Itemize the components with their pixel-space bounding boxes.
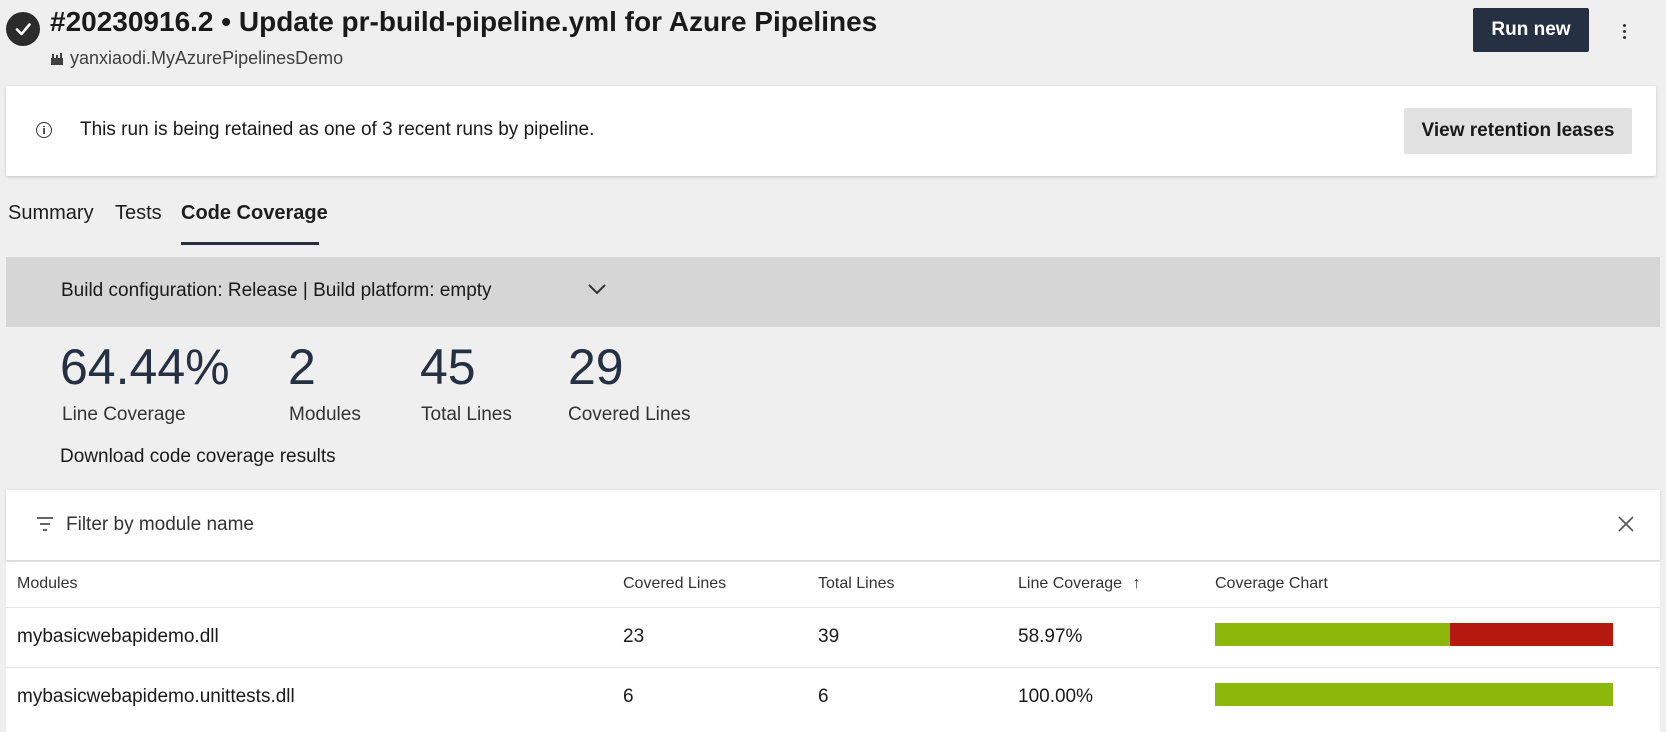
repository-name: yanxiaodi.MyAzurePipelinesDemo	[70, 48, 344, 68]
line-coverage-cell: 58.97%	[1018, 626, 1083, 647]
covered-segment	[1215, 683, 1613, 706]
modules-label: Modules	[289, 404, 361, 425]
total-lines-value: 45	[420, 339, 476, 395]
retention-banner: i This run is being retained as one of 3…	[6, 86, 1656, 176]
build-configuration-label: Build configuration: Release | Build pla…	[61, 280, 492, 301]
column-header-line-coverage[interactable]: Line Coverage ↑	[1018, 575, 1141, 593]
column-header-modules[interactable]: Modules	[17, 575, 77, 593]
covered-segment	[1215, 623, 1450, 646]
tab-summary[interactable]: Summary	[8, 202, 94, 225]
table-row[interactable]: mybasicwebapidemo.unittests.dll 6 6 100.…	[6, 667, 1660, 728]
repository-icon	[51, 52, 63, 65]
line-coverage-header-label: Line Coverage	[1018, 575, 1123, 592]
covered-lines-cell: 6	[623, 686, 634, 707]
sort-ascending-icon: ↑	[1132, 575, 1141, 592]
download-coverage-link[interactable]: Download code coverage results	[60, 446, 336, 468]
tab-tests[interactable]: Tests	[115, 202, 162, 225]
module-name: mybasicwebapidemo.dll	[17, 626, 219, 647]
run-new-button[interactable]: Run new	[1473, 8, 1589, 52]
modules-value: 2	[288, 339, 316, 395]
page-title: #20230916.2 • Update pr-build-pipeline.y…	[50, 6, 878, 37]
covered-lines-value: 29	[568, 339, 624, 395]
total-lines-label: Total Lines	[421, 404, 512, 425]
module-name: mybasicwebapidemo.unittests.dll	[17, 686, 295, 707]
check-circle-icon	[6, 12, 40, 46]
line-coverage-value: 64.44%	[60, 339, 230, 395]
table-row[interactable]: mybasicwebapidemo.dll 23 39 58.97%	[6, 607, 1660, 668]
column-header-covered-lines[interactable]: Covered Lines	[623, 575, 726, 593]
more-vertical-icon[interactable]	[1612, 16, 1636, 46]
covered-lines-label: Covered Lines	[568, 404, 691, 425]
covered-lines-cell: 23	[623, 626, 645, 647]
column-header-total-lines[interactable]: Total Lines	[818, 575, 895, 593]
coverage-table: Modules Covered Lines Total Lines Line C…	[6, 562, 1660, 732]
retention-message: This run is being retained as one of 3 r…	[80, 119, 595, 140]
filter-bar	[6, 490, 1660, 560]
view-retention-leases-button[interactable]: View retention leases	[1404, 108, 1632, 154]
filter-icon	[37, 517, 53, 531]
column-header-coverage-chart[interactable]: Coverage Chart	[1215, 575, 1328, 593]
uncovered-segment	[1449, 623, 1613, 646]
total-lines-cell: 39	[818, 626, 840, 647]
line-coverage-cell: 100.00%	[1018, 686, 1094, 707]
coverage-chart-bar	[1215, 683, 1613, 706]
module-filter-input[interactable]	[66, 510, 966, 540]
tab-code-coverage[interactable]: Code Coverage	[181, 202, 328, 225]
build-configuration-selector[interactable]: Build configuration: Release | Build pla…	[6, 257, 1660, 327]
total-lines-cell: 6	[818, 686, 829, 707]
active-tab-indicator	[181, 242, 319, 245]
repository-link[interactable]: yanxiaodi.MyAzurePipelinesDemo	[50, 48, 343, 69]
info-icon: i	[36, 122, 52, 138]
line-coverage-label: Line Coverage	[62, 404, 186, 425]
coverage-chart-bar	[1215, 623, 1613, 646]
close-icon[interactable]	[1616, 514, 1636, 534]
chevron-down-icon[interactable]	[584, 279, 610, 299]
